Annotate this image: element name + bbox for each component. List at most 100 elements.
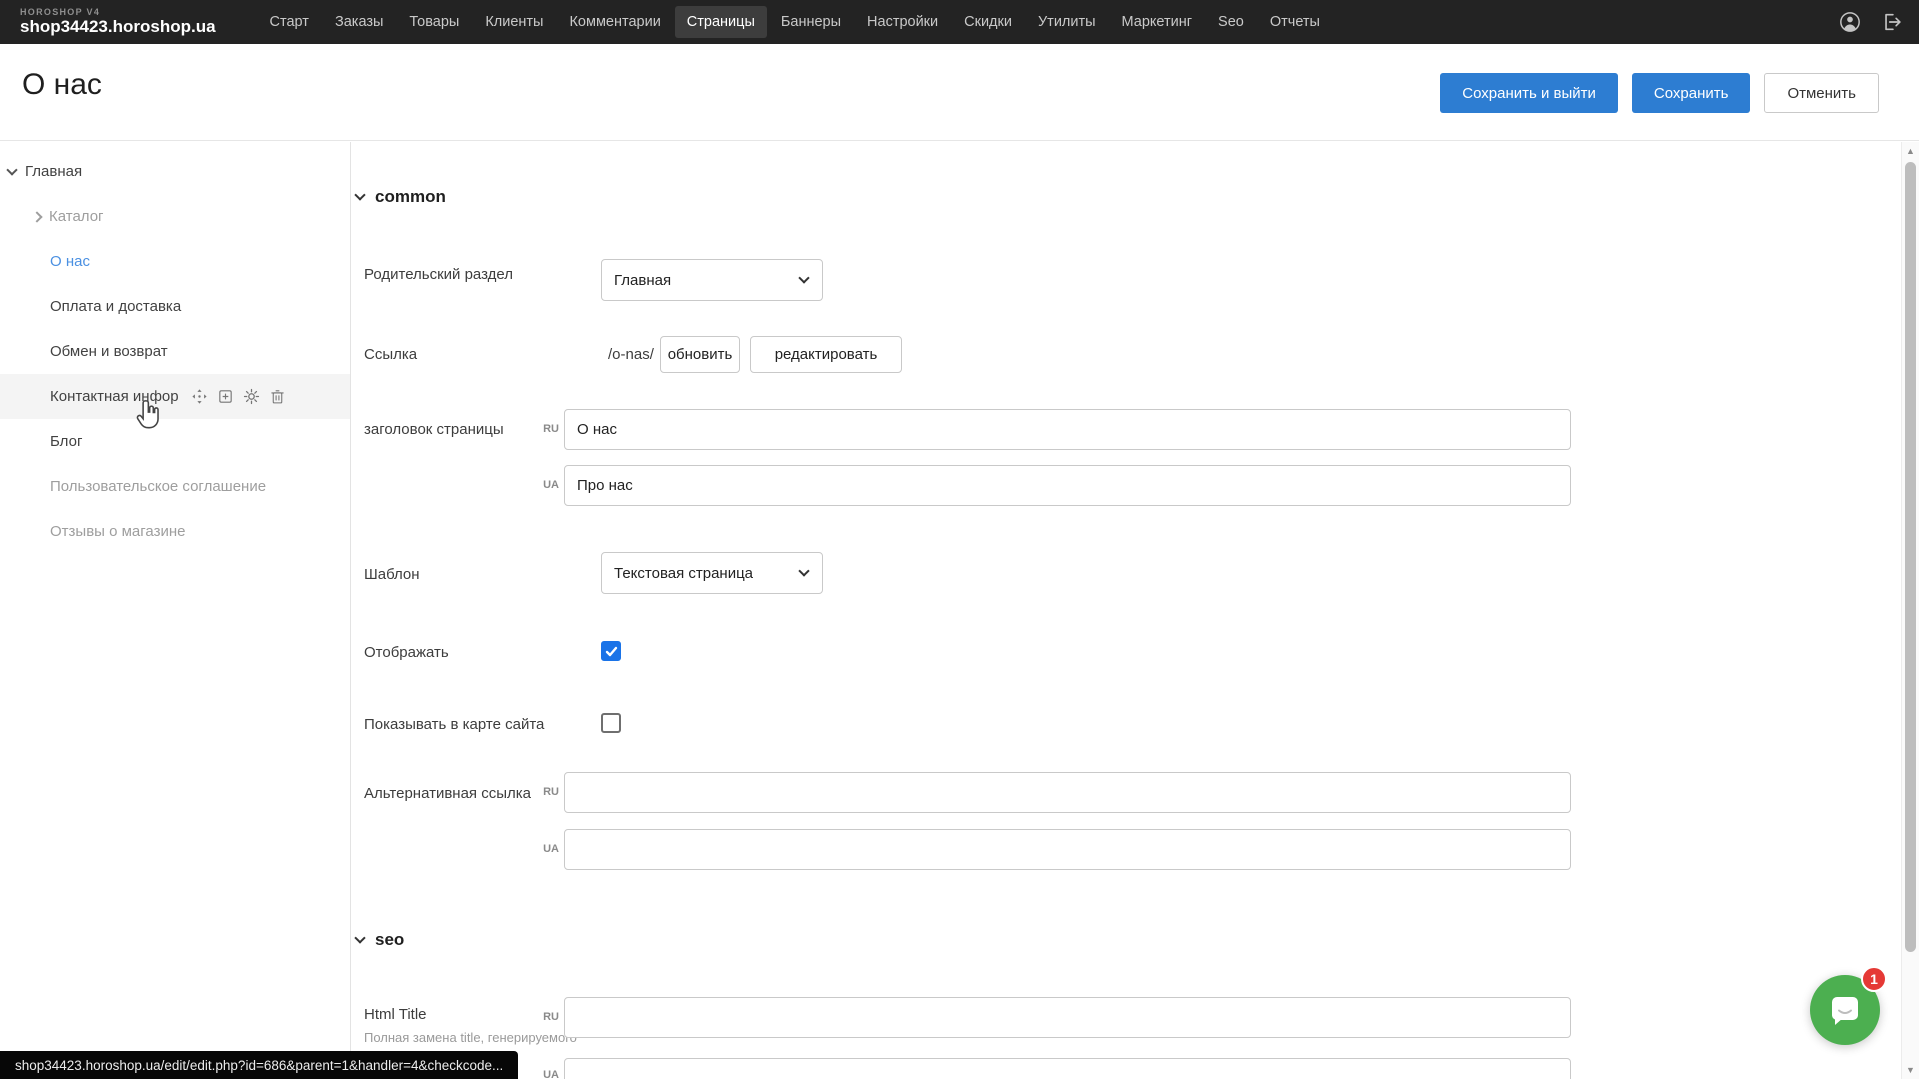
tree-item-label: Блог bbox=[50, 433, 82, 450]
tree-item-kontaktnaya[interactable]: Контактная инфор bbox=[0, 374, 350, 419]
sitemap-checkbox[interactable] bbox=[601, 713, 621, 733]
logout-icon[interactable] bbox=[1881, 11, 1903, 33]
tree-item-glavnaya[interactable]: Главная bbox=[0, 149, 350, 194]
lang-ru-badge: RU bbox=[543, 423, 559, 435]
chat-widget-button[interactable]: 1 bbox=[1810, 975, 1880, 1045]
page-title-ru-input[interactable] bbox=[564, 409, 1571, 450]
tree-item-o-nas[interactable]: О нас bbox=[0, 239, 350, 284]
page-title: О нас bbox=[22, 68, 102, 102]
section-title: seo bbox=[375, 930, 404, 950]
chat-unread-badge: 1 bbox=[1861, 966, 1887, 992]
content-scrollbar[interactable]: ▲ ▼ bbox=[1901, 142, 1919, 1079]
menu-item-comments[interactable]: Комментарии bbox=[557, 6, 672, 38]
page-edit-form: common Родительский раздел Главная Ссылк… bbox=[351, 142, 1901, 1079]
tree-item-label: Отзывы о магазине bbox=[50, 523, 185, 540]
html-title-ua-input[interactable] bbox=[564, 1058, 1571, 1079]
account-icon[interactable] bbox=[1839, 11, 1861, 33]
menu-item-settings[interactable]: Настройки bbox=[855, 6, 950, 38]
chat-bubble-icon bbox=[1826, 991, 1864, 1029]
menu-item-clients[interactable]: Клиенты bbox=[473, 6, 555, 38]
menu-item-banners[interactable]: Баннеры bbox=[769, 6, 853, 38]
cancel-button[interactable]: Отменить bbox=[1764, 73, 1879, 113]
check-icon bbox=[605, 645, 618, 658]
page-title-ua-input[interactable] bbox=[564, 465, 1571, 506]
chevron-right-icon[interactable] bbox=[31, 211, 42, 222]
menu-item-products[interactable]: Товары bbox=[397, 6, 471, 38]
select-value: Текстовая страница bbox=[614, 565, 753, 582]
lang-ru-badge: RU bbox=[543, 786, 559, 798]
alt-link-ua-input[interactable] bbox=[564, 829, 1571, 870]
logo-product-label: HOROSHOP V4 bbox=[20, 8, 216, 17]
tree-item-label: О нас bbox=[50, 253, 90, 270]
menu-item-marketing[interactable]: Маркетинг bbox=[1110, 6, 1205, 38]
menu-item-discounts[interactable]: Скидки bbox=[952, 6, 1024, 38]
logo-domain-label: shop34423.horoshop.ua bbox=[20, 18, 216, 36]
menu-item-start[interactable]: Старт bbox=[258, 6, 321, 38]
alt-link-ru-input[interactable] bbox=[564, 772, 1571, 813]
html-title-hint: Полная замена title, генерируемого bbox=[364, 1030, 577, 1045]
html-title-label: Html Title bbox=[364, 1006, 427, 1023]
select-value: Главная bbox=[614, 272, 671, 289]
add-icon[interactable] bbox=[217, 388, 234, 405]
main-menu: Старт Заказы Товары Клиенты Комментарии … bbox=[258, 6, 1332, 38]
lang-ru-badge: RU bbox=[543, 1011, 559, 1023]
sitemap-label: Показывать в карте сайта bbox=[364, 716, 544, 733]
link-path: /o-nas/ bbox=[608, 346, 654, 363]
display-checkbox[interactable] bbox=[601, 641, 621, 661]
html-title-ru-input[interactable] bbox=[564, 997, 1571, 1038]
save-and-exit-button[interactable]: Сохранить и выйти bbox=[1440, 73, 1618, 113]
chevron-down-icon bbox=[354, 932, 365, 943]
template-label: Шаблон bbox=[364, 566, 420, 583]
chevron-down-icon[interactable] bbox=[6, 164, 17, 175]
tree-item-label: Обмен и возврат bbox=[50, 343, 168, 360]
chevron-down-icon bbox=[354, 189, 365, 200]
tree-item-label: Контактная инфор bbox=[50, 388, 179, 405]
tree-item-blog[interactable]: Блог bbox=[0, 419, 350, 464]
menu-item-pages[interactable]: Страницы bbox=[675, 6, 767, 38]
pages-tree-sidebar: Главная Каталог О нас Оплата и доставка … bbox=[0, 142, 350, 1079]
tree-item-label: Каталог bbox=[49, 208, 104, 225]
tree-item-katalog[interactable]: Каталог bbox=[0, 194, 350, 239]
tree-item-label: Пользовательское соглашение bbox=[50, 478, 266, 495]
link-status-tooltip: shop34423.horoshop.ua/edit/edit.php?id=6… bbox=[0, 1051, 518, 1079]
parent-section-label: Родительский раздел bbox=[364, 266, 513, 283]
tree-item-otzyvy[interactable]: Отзывы о магазине bbox=[0, 509, 350, 554]
page-header: О нас Сохранить и выйти Сохранить Отмени… bbox=[0, 44, 1919, 141]
link-edit-button[interactable]: редактировать bbox=[750, 336, 902, 373]
tree-item-oplata[interactable]: Оплата и доставка bbox=[0, 284, 350, 329]
logo[interactable]: HOROSHOP V4 shop34423.horoshop.ua bbox=[20, 8, 216, 36]
tree-item-label: Главная bbox=[25, 163, 82, 180]
topbar: HOROSHOP V4 shop34423.horoshop.ua Старт … bbox=[0, 0, 1919, 44]
menu-item-seo[interactable]: Seo bbox=[1206, 6, 1256, 38]
section-common[interactable]: common bbox=[356, 187, 446, 207]
save-button[interactable]: Сохранить bbox=[1632, 73, 1751, 113]
tree-item-soglashenie[interactable]: Пользовательское соглашение bbox=[0, 464, 350, 509]
link-label: Ссылка bbox=[364, 346, 417, 363]
delete-icon[interactable] bbox=[269, 388, 286, 405]
tree-item-actions bbox=[191, 388, 286, 405]
lang-ua-badge: UA bbox=[543, 479, 559, 491]
menu-item-utilities[interactable]: Утилиты bbox=[1026, 6, 1108, 38]
section-seo[interactable]: seo bbox=[356, 930, 404, 950]
menu-item-reports[interactable]: Отчеты bbox=[1258, 6, 1332, 38]
tree-item-label: Оплата и доставка bbox=[50, 298, 181, 315]
header-buttons: Сохранить и выйти Сохранить Отменить bbox=[1440, 73, 1879, 113]
parent-section-select[interactable]: Главная bbox=[601, 259, 823, 301]
topbar-right bbox=[1839, 11, 1903, 33]
page-title-label: заголовок страницы bbox=[364, 421, 504, 438]
lang-ua-badge: UA bbox=[543, 843, 559, 855]
link-update-button[interactable]: обновить bbox=[660, 336, 740, 373]
display-label: Отображать bbox=[364, 644, 449, 661]
chevron-down-icon bbox=[798, 272, 809, 283]
scroll-up-arrow[interactable]: ▲ bbox=[1902, 144, 1919, 158]
move-icon[interactable] bbox=[191, 388, 208, 405]
template-select[interactable]: Текстовая страница bbox=[601, 552, 823, 594]
settings-icon[interactable] bbox=[243, 388, 260, 405]
chevron-down-icon bbox=[798, 565, 809, 576]
alt-link-label: Альтернативная ссылка bbox=[364, 785, 531, 802]
tree-item-obmen[interactable]: Обмен и возврат bbox=[0, 329, 350, 374]
scroll-down-arrow[interactable]: ▼ bbox=[1902, 1063, 1919, 1077]
scrollbar-thumb[interactable] bbox=[1905, 162, 1916, 952]
menu-item-orders[interactable]: Заказы bbox=[323, 6, 395, 38]
lang-ua-badge: UA bbox=[543, 1069, 559, 1079]
